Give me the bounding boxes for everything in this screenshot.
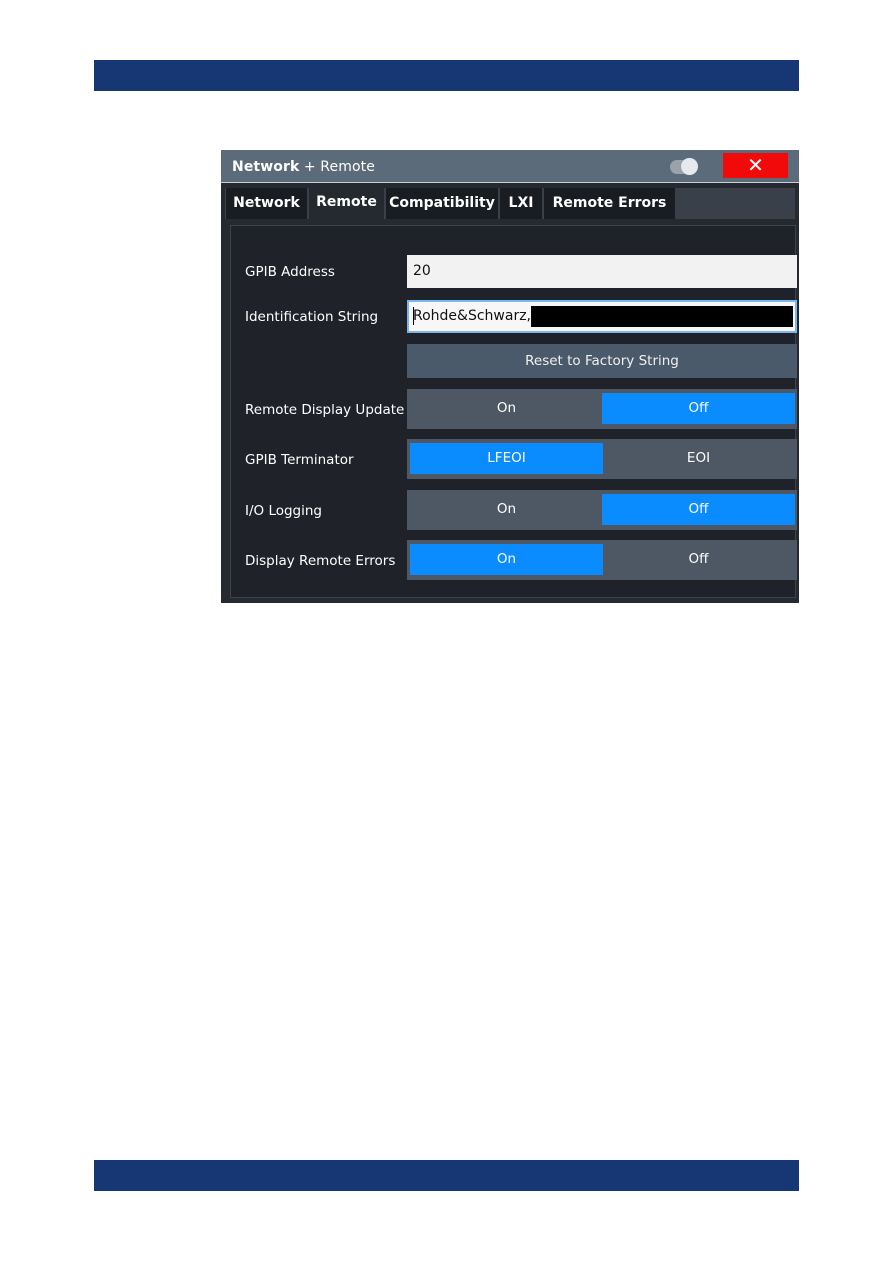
gpib-address-input[interactable]: 20 xyxy=(407,255,797,288)
page-footer-bar xyxy=(94,1160,799,1191)
remote-settings-panel: GPIB Address 20 Identification String Ro… xyxy=(230,225,797,598)
identification-string-label: Identification String xyxy=(245,309,379,325)
network-remote-dialog: Network + Remote ✕ Network Remote Compat… xyxy=(221,150,799,603)
page-header-bar xyxy=(94,60,799,91)
remote-display-update-toggle: On Off xyxy=(407,389,797,429)
display-remote-errors-label: Display Remote Errors xyxy=(245,553,396,569)
io-logging-on[interactable]: On xyxy=(410,494,603,525)
dialog-title: Network + Remote xyxy=(232,159,375,175)
dialog-titlebar: Network + Remote ✕ xyxy=(221,150,799,183)
tab-remote[interactable]: Remote xyxy=(309,188,384,219)
display-remote-errors-toggle: On Off xyxy=(407,540,797,580)
io-logging-toggle: On Off xyxy=(407,490,797,530)
remote-display-update-label: Remote Display Update xyxy=(245,402,405,418)
tab-compatibility[interactable]: Compatibility xyxy=(386,188,498,219)
io-logging-label: I/O Logging xyxy=(245,503,323,519)
io-logging-off[interactable]: Off xyxy=(602,494,795,525)
gpib-terminator-lfeoi[interactable]: LFEOI xyxy=(410,443,603,474)
tab-network[interactable]: Network xyxy=(226,188,307,219)
dialog-title-rest: + Remote xyxy=(299,159,375,175)
tab-lxi[interactable]: LXI xyxy=(500,188,542,219)
gpib-terminator-eoi[interactable]: EOI xyxy=(602,443,795,474)
gpib-address-label: GPIB Address xyxy=(245,264,335,280)
close-button[interactable]: ✕ xyxy=(723,153,788,178)
remote-display-update-off[interactable]: Off xyxy=(602,393,795,424)
reset-factory-string-button[interactable]: Reset to Factory String xyxy=(407,344,797,378)
gpib-terminator-toggle: LFEOI EOI xyxy=(407,439,797,479)
remote-display-update-on[interactable]: On xyxy=(410,393,603,424)
display-remote-errors-on[interactable]: On xyxy=(410,544,603,575)
dialog-title-main: Network xyxy=(232,159,300,175)
tab-remote-errors[interactable]: Remote Errors xyxy=(544,188,675,219)
toggle-switch-icon[interactable] xyxy=(670,158,698,175)
identification-string-value: Rohde&Schwarz, xyxy=(413,308,531,324)
tab-bar: Network Remote Compatibility LXI Remote … xyxy=(225,188,795,219)
gpib-terminator-label: GPIB Terminator xyxy=(245,452,354,468)
gpib-address-value: 20 xyxy=(413,263,431,279)
toggle-knob xyxy=(681,158,698,175)
redacted-region xyxy=(531,306,793,327)
display-remote-errors-off[interactable]: Off xyxy=(602,544,795,575)
close-icon: ✕ xyxy=(747,153,764,177)
identification-string-input[interactable]: Rohde&Schwarz, xyxy=(407,300,797,333)
